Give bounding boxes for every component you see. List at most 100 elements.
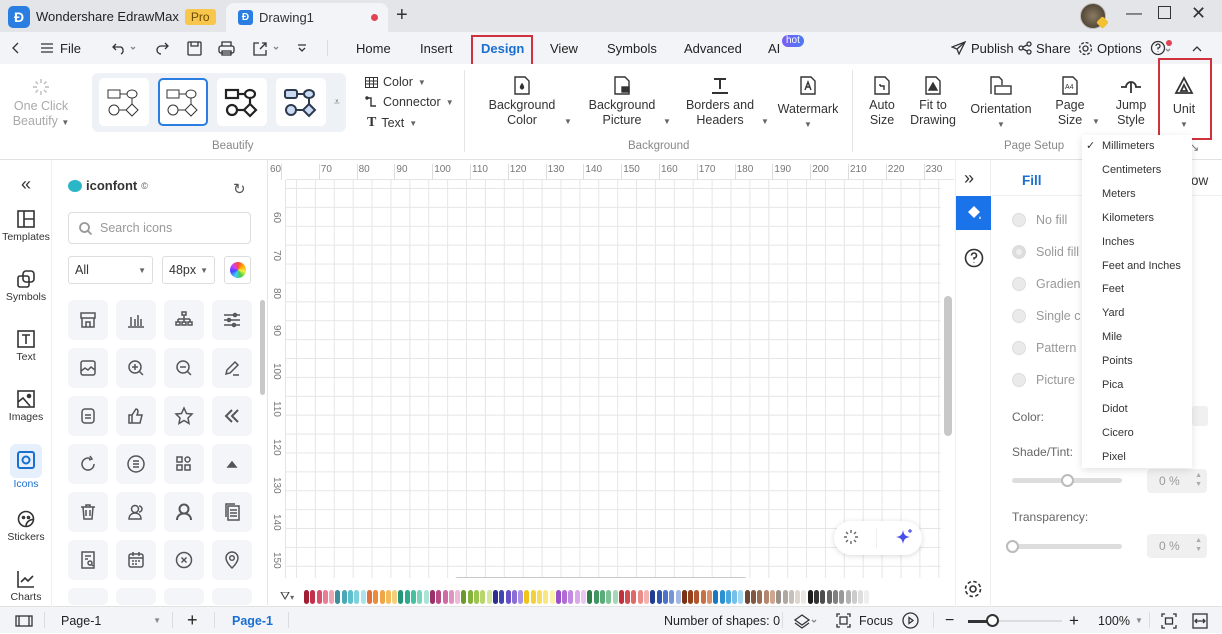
color-swatch[interactable] <box>348 589 354 604</box>
color-swatch-button[interactable] <box>1192 406 1208 426</box>
document-tab[interactable]: Ð Drawing1 <box>226 3 388 32</box>
color-swatch[interactable] <box>851 589 857 604</box>
color-swatch[interactable] <box>354 589 360 604</box>
color-swatch[interactable] <box>448 589 454 604</box>
tab-home[interactable]: Home <box>356 32 391 64</box>
color-button[interactable]: Color ▼ <box>365 75 426 89</box>
sidebar-item-images[interactable]: Images <box>0 390 52 423</box>
color-swatch[interactable] <box>417 589 423 604</box>
export-button[interactable] <box>252 32 282 64</box>
icon-tile[interactable] <box>164 300 204 340</box>
color-swatch[interactable] <box>474 589 480 604</box>
color-swatch[interactable] <box>606 589 612 604</box>
unit-option[interactable]: Pixel <box>1102 451 1126 463</box>
color-swatch[interactable] <box>423 589 429 604</box>
background-color-dropdown-icon[interactable]: ▼ <box>564 117 572 126</box>
icon-tile[interactable] <box>68 492 108 532</box>
color-swatch[interactable] <box>555 589 561 604</box>
icon-tile[interactable] <box>164 540 204 580</box>
color-swatch[interactable] <box>599 589 605 604</box>
file-menu[interactable]: File <box>40 32 81 64</box>
icon-tile[interactable] <box>212 492 252 532</box>
icon-tile[interactable] <box>68 300 108 340</box>
color-swatch[interactable] <box>316 589 322 604</box>
color-swatch[interactable] <box>492 589 498 604</box>
fit-to-drawing-button[interactable]: Fit to Drawing <box>906 76 960 128</box>
color-swatch[interactable] <box>681 589 687 604</box>
maximize-button[interactable] <box>1158 6 1171 19</box>
icon-tile[interactable] <box>164 492 204 532</box>
fill-panel-button[interactable] <box>956 196 991 230</box>
print-button[interactable] <box>218 32 235 64</box>
color-swatch[interactable] <box>429 589 435 604</box>
ai-assistant-button[interactable] <box>894 527 914 550</box>
color-swatch[interactable] <box>322 589 328 604</box>
options-button[interactable]: Options <box>1078 32 1142 64</box>
color-swatch[interactable] <box>536 589 542 604</box>
unit-option[interactable]: Feet and Inches <box>1102 260 1181 272</box>
icon-tile[interactable] <box>116 540 156 580</box>
unit-option[interactable]: Yard <box>1102 307 1124 319</box>
no-fill-option[interactable]: No fill <box>1012 213 1067 227</box>
sidebar-item-symbols[interactable]: Symbols <box>0 270 52 303</box>
beautify-sparkle-button[interactable] <box>843 529 859 548</box>
color-swatch[interactable] <box>549 589 555 604</box>
icon-tile[interactable] <box>116 492 156 532</box>
layers-button[interactable] <box>793 607 819 634</box>
color-swatch[interactable] <box>455 589 461 604</box>
sidebar-item-charts[interactable]: Charts <box>0 570 52 603</box>
beautify-style-1[interactable] <box>99 78 149 126</box>
auto-size-button[interactable]: Auto Size <box>862 76 902 128</box>
color-swatch[interactable] <box>631 589 637 604</box>
minimize-button[interactable]: — <box>1126 5 1142 23</box>
unit-option[interactable]: Cicero <box>1102 427 1134 439</box>
publish-button[interactable]: Publish <box>951 32 1014 64</box>
color-swatch[interactable] <box>744 589 750 604</box>
background-picture-dropdown-icon[interactable]: ▼ <box>663 117 671 126</box>
background-picture-button[interactable]: Background Picture <box>586 76 658 128</box>
unit-option[interactable]: Didot <box>1102 403 1128 415</box>
unit-option[interactable]: Pica <box>1102 379 1123 391</box>
color-swatch[interactable] <box>574 589 580 604</box>
pattern-fill-option[interactable]: Pattern <box>1012 341 1076 355</box>
unit-option[interactable]: Inches <box>1102 236 1134 248</box>
borders-headers-dropdown-icon[interactable]: ▼ <box>761 117 769 126</box>
icon-tile[interactable] <box>68 588 108 605</box>
borders-headers-button[interactable]: Borders and Headers <box>684 76 756 128</box>
color-swatch[interactable] <box>329 589 335 604</box>
color-swatch[interactable] <box>612 589 618 604</box>
color-swatch[interactable] <box>385 589 391 604</box>
color-swatch[interactable] <box>662 589 668 604</box>
collapse-panel-button[interactable]: « <box>0 174 52 195</box>
color-swatch[interactable] <box>694 589 700 604</box>
sidebar-item-stickers[interactable]: Stickers <box>0 510 52 543</box>
color-swatch[interactable] <box>807 589 813 604</box>
background-color-button[interactable]: Background Color <box>486 76 558 128</box>
color-swatch[interactable] <box>593 589 599 604</box>
redo-button[interactable] <box>155 32 169 64</box>
color-swatch[interactable] <box>713 589 719 604</box>
color-swatch[interactable] <box>776 589 782 604</box>
color-swatch[interactable] <box>530 589 536 604</box>
color-swatch[interactable] <box>379 589 385 604</box>
color-swatch[interactable] <box>461 589 467 604</box>
undo-button[interactable] <box>112 32 136 64</box>
save-button[interactable] <box>187 32 202 64</box>
color-swatch[interactable] <box>725 589 731 604</box>
share-button[interactable]: Share <box>1018 32 1071 64</box>
color-swatch[interactable] <box>587 589 593 604</box>
tab-fill[interactable]: Fill <box>1022 173 1042 188</box>
expand-panel-button[interactable]: » <box>964 168 974 189</box>
horizontal-scrollbar[interactable] <box>454 577 748 578</box>
zoom-slider[interactable] <box>968 614 1062 627</box>
icon-tile[interactable] <box>164 588 204 605</box>
orientation-button[interactable]: Orientation ▼ <box>966 76 1036 132</box>
page-panel-toggle[interactable] <box>15 607 33 634</box>
color-swatch[interactable] <box>700 589 706 604</box>
transparency-knob[interactable] <box>1006 540 1019 553</box>
fill-bucket-button[interactable]: ⛛▾ <box>280 589 294 604</box>
icon-tile[interactable] <box>116 588 156 605</box>
color-swatch[interactable] <box>845 589 851 604</box>
transparency-slider[interactable] <box>1006 540 1122 553</box>
fit-page-button[interactable] <box>1161 607 1177 634</box>
